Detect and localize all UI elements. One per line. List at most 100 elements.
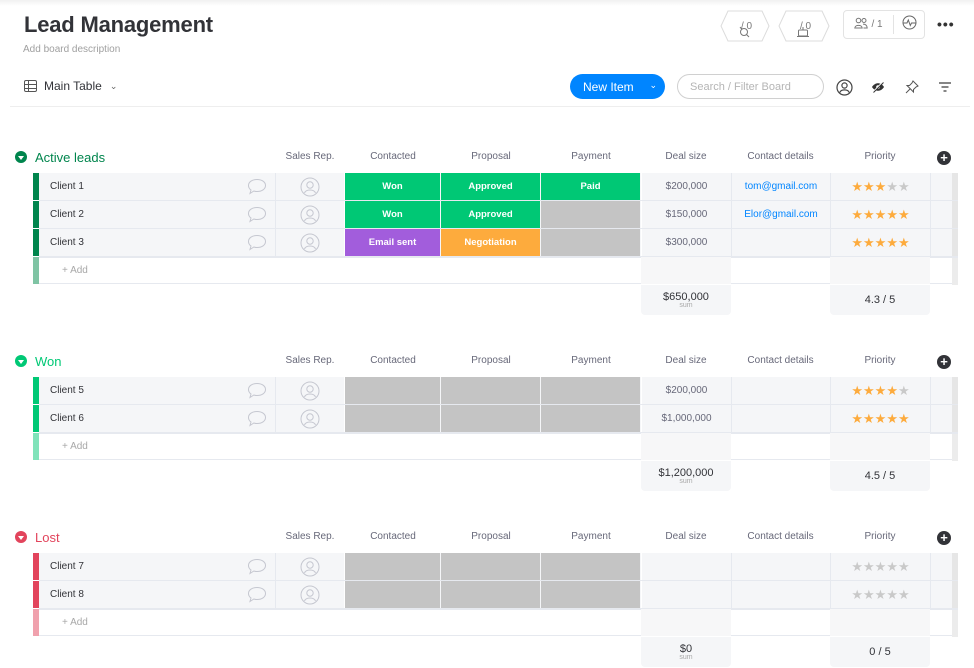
deal-size[interactable]: $1,000,000 — [641, 405, 731, 432]
contacted-status[interactable] — [345, 581, 441, 608]
star-icon[interactable]: ★ — [886, 587, 898, 603]
star-icon[interactable]: ★ — [898, 383, 910, 399]
proposal-status[interactable] — [441, 553, 541, 580]
sales-rep-cell[interactable] — [275, 229, 344, 256]
contact-email[interactable]: tom@gmail.com — [731, 173, 830, 200]
add-item-input[interactable]: + Add — [39, 257, 641, 284]
contact-email[interactable] — [731, 553, 830, 580]
contacted-status[interactable]: Email sent — [345, 229, 441, 256]
proposal-status[interactable] — [441, 581, 541, 608]
column-header[interactable]: Contact details — [731, 151, 830, 162]
contacted-status[interactable] — [345, 377, 441, 404]
star-icon[interactable]: ★ — [898, 559, 910, 575]
column-header[interactable]: Payment — [541, 531, 641, 542]
column-header[interactable]: Payment — [541, 355, 641, 366]
chevron-down-icon[interactable]: ⌄ — [110, 81, 118, 92]
comment-icon[interactable] — [238, 377, 275, 404]
comment-icon[interactable] — [238, 581, 275, 608]
payment-status[interactable] — [541, 229, 641, 256]
column-header[interactable]: Priority — [830, 151, 930, 162]
priority-rating[interactable]: ★ ★ ★ ★ ★ — [830, 201, 930, 228]
payment-status[interactable] — [541, 405, 641, 432]
contacted-status[interactable] — [345, 405, 441, 432]
star-icon[interactable]: ★ — [851, 559, 863, 575]
add-column-button[interactable]: + — [937, 151, 951, 165]
add-column-button[interactable]: + — [937, 531, 951, 545]
star-icon[interactable]: ★ — [898, 235, 910, 251]
comment-icon[interactable] — [238, 405, 275, 432]
column-header[interactable]: Contact details — [731, 355, 830, 366]
star-icon[interactable]: ★ — [886, 411, 898, 427]
star-icon[interactable]: ★ — [898, 207, 910, 223]
contact-email[interactable] — [731, 405, 830, 432]
column-header[interactable]: Sales Rep. — [275, 531, 345, 542]
priority-rating[interactable]: ★ ★ ★ ★ ★ — [830, 229, 930, 256]
sales-rep-cell[interactable] — [275, 405, 344, 432]
deal-size[interactable]: $200,000 — [641, 173, 731, 200]
sales-rep-cell[interactable] — [275, 553, 344, 580]
proposal-status[interactable]: Approved — [441, 173, 541, 200]
proposal-status[interactable]: Negotiation — [441, 229, 541, 256]
column-header[interactable]: Payment — [541, 151, 641, 162]
star-icon[interactable]: ★ — [851, 383, 863, 399]
contact-email[interactable] — [731, 581, 830, 608]
deal-size[interactable]: $200,000 — [641, 377, 731, 404]
star-icon[interactable]: ★ — [851, 587, 863, 603]
star-icon[interactable]: ★ — [851, 235, 863, 251]
star-icon[interactable]: ★ — [863, 235, 875, 251]
deal-size[interactable] — [641, 581, 731, 608]
star-icon[interactable]: ★ — [886, 559, 898, 575]
payment-status[interactable] — [541, 377, 641, 404]
star-icon[interactable]: ★ — [851, 207, 863, 223]
members-button[interactable]: / 1 — [844, 15, 894, 34]
contact-email[interactable]: Elor@gmail.com — [731, 201, 830, 228]
person-filter-button[interactable] — [835, 78, 853, 96]
sort-filter-button[interactable] — [936, 78, 954, 96]
column-header[interactable]: Priority — [830, 355, 930, 366]
column-header[interactable]: Proposal — [441, 531, 541, 542]
star-icon[interactable]: ★ — [863, 179, 875, 195]
sales-rep-cell[interactable] — [275, 201, 344, 228]
add-item-input[interactable]: + Add — [39, 433, 641, 460]
priority-rating[interactable]: ★ ★ ★ ★ ★ — [830, 173, 930, 200]
contacted-status[interactable]: Won — [345, 173, 441, 200]
sales-rep-cell[interactable] — [275, 377, 344, 404]
star-icon[interactable]: ★ — [851, 179, 863, 195]
star-icon[interactable]: ★ — [875, 207, 887, 223]
contacted-status[interactable] — [345, 553, 441, 580]
comment-icon[interactable] — [238, 201, 275, 228]
chevron-down-icon[interactable]: ⌄ — [649, 80, 657, 91]
star-icon[interactable]: ★ — [886, 207, 898, 223]
column-header[interactable]: Contacted — [345, 531, 441, 542]
group-collapse-icon[interactable] — [15, 531, 27, 543]
comment-icon[interactable] — [238, 173, 275, 200]
priority-rating[interactable]: ★ ★ ★ ★ ★ — [830, 405, 930, 432]
star-icon[interactable]: ★ — [863, 587, 875, 603]
column-header[interactable]: Sales Rep. — [275, 355, 345, 366]
star-icon[interactable]: ★ — [875, 587, 887, 603]
integrations-button[interactable]: / 0 — [720, 10, 770, 42]
star-icon[interactable]: ★ — [886, 235, 898, 251]
priority-rating[interactable]: ★ ★ ★ ★ ★ — [830, 377, 930, 404]
star-icon[interactable]: ★ — [863, 383, 875, 399]
board-title[interactable]: Lead Management — [24, 12, 213, 38]
star-icon[interactable]: ★ — [875, 559, 887, 575]
more-options-button[interactable]: ••• — [937, 16, 955, 32]
star-icon[interactable]: ★ — [898, 411, 910, 427]
star-icon[interactable]: ★ — [886, 383, 898, 399]
payment-status[interactable] — [541, 581, 641, 608]
group-header-2[interactable]: Lost — [15, 528, 60, 546]
add-item-row[interactable]: + Add — [33, 433, 958, 461]
view-tab-main-table[interactable]: Main Table ⌄ — [24, 79, 117, 93]
deal-size[interactable] — [641, 553, 731, 580]
contacted-status[interactable]: Won — [345, 201, 441, 228]
column-header[interactable]: Contact details — [731, 531, 830, 542]
star-icon[interactable]: ★ — [898, 179, 910, 195]
contact-email[interactable] — [731, 377, 830, 404]
group-title[interactable]: Lost — [35, 530, 60, 545]
star-icon[interactable]: ★ — [886, 179, 898, 195]
priority-rating[interactable]: ★ ★ ★ ★ ★ — [830, 581, 930, 608]
payment-status[interactable] — [541, 553, 641, 580]
group-header-0[interactable]: Active leads — [15, 148, 105, 166]
star-icon[interactable]: ★ — [898, 587, 910, 603]
